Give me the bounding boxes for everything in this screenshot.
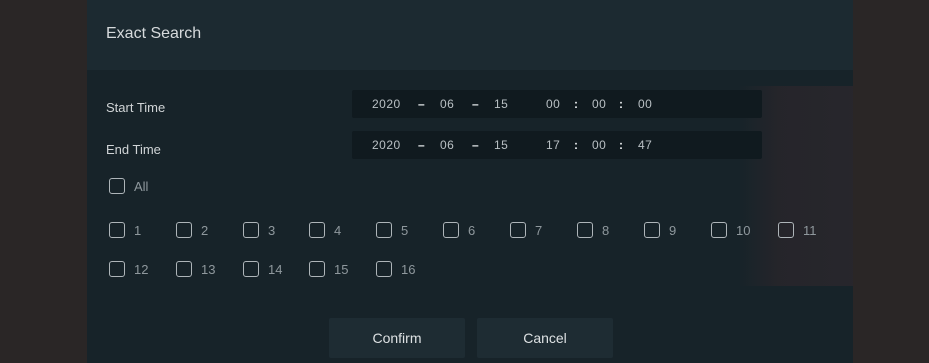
all-channels-label: All [134, 178, 149, 194]
time-separator: : [574, 138, 579, 152]
channel-checkbox-14[interactable]: 14 [243, 261, 282, 277]
channel-checkbox-8[interactable]: 8 [577, 222, 609, 238]
all-channels-checkbox[interactable]: All [109, 178, 148, 194]
channel-label: 2 [201, 222, 209, 238]
dialog-title: Exact Search [106, 25, 202, 42]
checkbox-box[interactable] [778, 222, 794, 238]
confirm-button[interactable]: Confirm [329, 318, 465, 358]
checkbox-box[interactable] [376, 261, 392, 277]
checkbox-box[interactable] [711, 222, 727, 238]
channel-label: 5 [401, 222, 409, 238]
checkbox-box[interactable] [443, 222, 459, 238]
date-separator: – [472, 97, 480, 111]
exact-search-dialog: Exact Search Start Time 2020 – 06 – 15 0… [87, 0, 853, 363]
channel-label: 1 [134, 222, 142, 238]
channel-label: 3 [268, 222, 276, 238]
start-day[interactable]: 15 [494, 97, 508, 111]
checkbox-box[interactable] [109, 261, 125, 277]
checkbox-box[interactable] [644, 222, 660, 238]
channel-checkbox-11[interactable]: 11 [778, 222, 817, 238]
channel-checkbox-1[interactable]: 1 [109, 222, 141, 238]
end-time-field[interactable]: 2020 – 06 – 15 17 : 00 : 47 [352, 131, 762, 159]
start-second[interactable]: 00 [638, 97, 652, 111]
checkbox-box[interactable] [376, 222, 392, 238]
checkbox-box[interactable] [176, 222, 192, 238]
time-separator: : [619, 97, 624, 111]
channel-label: 15 [334, 261, 349, 277]
checkbox-box[interactable] [510, 222, 526, 238]
checkbox-box[interactable] [109, 178, 125, 194]
channel-checkbox-5[interactable]: 5 [376, 222, 408, 238]
end-day[interactable]: 15 [494, 138, 508, 152]
channel-checkbox-4[interactable]: 4 [309, 222, 341, 238]
checkbox-box[interactable] [309, 222, 325, 238]
checkbox-box[interactable] [309, 261, 325, 277]
channel-label: 9 [669, 222, 677, 238]
end-second[interactable]: 47 [638, 138, 652, 152]
channel-checkbox-10[interactable]: 10 [711, 222, 750, 238]
channel-label: 8 [602, 222, 610, 238]
channel-label: 10 [736, 222, 751, 238]
channel-checkbox-13[interactable]: 13 [176, 261, 215, 277]
channel-label: 14 [268, 261, 283, 277]
channel-label: 6 [468, 222, 476, 238]
start-time-field[interactable]: 2020 – 06 – 15 00 : 00 : 00 [352, 90, 762, 118]
checkbox-box[interactable] [243, 222, 259, 238]
date-separator: – [418, 97, 426, 111]
cancel-button[interactable]: Cancel [477, 318, 613, 358]
channel-checkbox-3[interactable]: 3 [243, 222, 275, 238]
channel-checkbox-9[interactable]: 9 [644, 222, 676, 238]
start-year[interactable]: 2020 [372, 97, 401, 111]
channel-label: 7 [535, 222, 543, 238]
start-hour[interactable]: 00 [546, 97, 560, 111]
date-separator: – [472, 138, 480, 152]
channel-checkbox-6[interactable]: 6 [443, 222, 475, 238]
channel-label: 13 [201, 261, 216, 277]
end-year[interactable]: 2020 [372, 138, 401, 152]
channel-label: 12 [134, 261, 149, 277]
channel-checkbox-16[interactable]: 16 [376, 261, 415, 277]
checkbox-box[interactable] [109, 222, 125, 238]
channel-checkbox-15[interactable]: 15 [309, 261, 348, 277]
channel-label: 4 [334, 222, 342, 238]
background-right [853, 0, 929, 363]
channel-checkbox-2[interactable]: 2 [176, 222, 208, 238]
start-month[interactable]: 06 [440, 97, 454, 111]
background-left [0, 0, 87, 363]
start-time-label: Start Time [106, 100, 166, 115]
end-time-label: End Time [106, 142, 161, 157]
dialog-header: Exact Search [87, 0, 853, 70]
start-minute[interactable]: 00 [592, 97, 606, 111]
end-hour[interactable]: 17 [546, 138, 560, 152]
channel-label: 16 [401, 261, 416, 277]
end-month[interactable]: 06 [440, 138, 454, 152]
checkbox-box[interactable] [577, 222, 593, 238]
channel-checkbox-12[interactable]: 12 [109, 261, 148, 277]
date-separator: – [418, 138, 426, 152]
end-minute[interactable]: 00 [592, 138, 606, 152]
checkbox-box[interactable] [176, 261, 192, 277]
channel-checkbox-7[interactable]: 7 [510, 222, 542, 238]
channel-label: 11 [803, 222, 817, 238]
time-separator: : [574, 97, 579, 111]
checkbox-box[interactable] [243, 261, 259, 277]
time-separator: : [619, 138, 624, 152]
